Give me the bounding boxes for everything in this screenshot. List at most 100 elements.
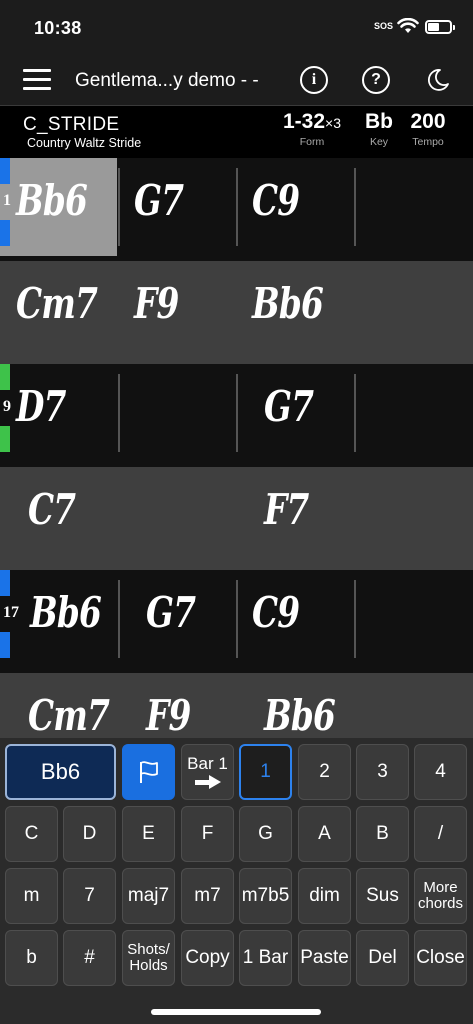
key-stat[interactable]: Bb Key [359,110,399,148]
chord-row: C7 F7 [0,467,473,570]
chord-symbol: Bb6 [252,279,324,328]
bar-divider [354,168,356,246]
current-chord-display[interactable]: Bb6 [5,744,116,800]
battery-icon [425,20,455,34]
chord-symbol: G7 [134,176,184,225]
note-key-a[interactable]: A [298,806,351,862]
chord-row: Cm7 F9 Bb6 [0,673,473,738]
chord-cell[interactable] [354,467,472,570]
chord-row: Bb6 G7 C9 1 [0,158,473,261]
quality-key-dim[interactable]: dim [298,868,351,924]
chord-cell[interactable] [354,673,472,738]
chord-symbol: C9 [252,588,300,637]
chord-cell[interactable]: G7 [236,364,354,467]
beat-button-3[interactable]: 3 [356,744,409,800]
chord-symbol: Bb6 [264,691,336,738]
section-marker: 9 [0,364,11,452]
chord-keyboard: Bb6 Bar 1 1234 C D E F G A B / m 7 maj7 m7 m7b5 dim Su… [0,738,473,1024]
chord-cell[interactable]: G7 [118,570,236,673]
chord-cell[interactable] [118,467,236,570]
chord-symbol: F7 [264,485,309,534]
action-key-copy[interactable]: Copy [181,930,234,986]
chord-symbol: Cm7 [16,279,98,328]
chord-cell[interactable]: Bb6 [236,261,354,364]
bar-divider [236,374,238,452]
song-title[interactable]: Gentlema...y demo - - [75,70,259,92]
chord-cell[interactable]: Cm7 [0,673,118,738]
chord-grid: Bb6 G7 C9 1 Cm7 F9 Bb6 D7 G7 9 C7 F7 Bb6 G7 C9 17 Cm7 F9 B… [0,158,473,738]
bar-divider [118,168,120,246]
tempo-stat[interactable]: 200 Tempo [402,110,454,148]
quality-key-m7b5[interactable]: m7b5 [239,868,292,924]
chord-cell[interactable] [354,158,472,261]
chord-cell[interactable]: Bb6 [236,673,354,738]
chord-symbol: C7 [28,485,76,534]
moon-icon[interactable] [425,67,451,93]
quality-key-7[interactable]: 7 [63,868,116,924]
note-key-d[interactable]: D [63,806,116,862]
chord-cell[interactable]: F9 [118,261,236,364]
style-name[interactable]: C_STRIDE [23,114,119,136]
chord-symbol: C9 [252,176,300,225]
chord-cell[interactable]: G7 [118,158,236,261]
chord-cell[interactable]: C9 [236,158,354,261]
form-stat[interactable]: 1-32×3 Form [272,110,352,148]
chord-cell[interactable] [354,261,472,364]
note-key-c[interactable]: C [5,806,58,862]
home-indicator [151,1009,321,1015]
note-key-g[interactable]: G [239,806,292,862]
note-key-/[interactable]: / [414,806,467,862]
action-key-#[interactable]: # [63,930,116,986]
quality-key-more-chords[interactable]: More chords [414,868,467,924]
wifi-icon [397,18,419,33]
chord-symbol: Bb6 [16,176,88,225]
action-key-b[interactable]: b [5,930,58,986]
note-key-f[interactable]: F [181,806,234,862]
note-key-b[interactable]: B [356,806,409,862]
style-subtitle: Country Waltz Stride [27,136,142,150]
beat-button-4[interactable]: 4 [414,744,467,800]
action-key-del[interactable]: Del [356,930,409,986]
status-time: 10:38 [34,18,82,38]
chord-symbol: D7 [16,382,66,431]
quality-key-maj7[interactable]: maj7 [122,868,175,924]
bar-advance-button[interactable]: Bar 1 [181,744,234,800]
bar-divider [236,168,238,246]
action-key-1-bar[interactable]: 1 Bar [239,930,292,986]
chord-symbol: G7 [264,382,314,431]
action-key-close[interactable]: Close [414,930,467,986]
status-bar: 10:38 SOS [0,0,473,56]
arrow-right-icon [194,775,221,790]
chord-cell[interactable]: C9 [236,570,354,673]
action-key-paste[interactable]: Paste [298,930,351,986]
menu-icon[interactable] [23,69,51,91]
marker-button[interactable] [122,744,175,800]
quality-key-m[interactable]: m [5,868,58,924]
chord-cell[interactable]: C7 [0,467,118,570]
chord-symbol: Cm7 [28,691,110,738]
bar-number: 9 [3,398,11,415]
chord-cell[interactable]: F9 [118,673,236,738]
note-key-e[interactable]: E [122,806,175,862]
beat-button-1[interactable]: 1 [239,744,292,800]
song-info: C_STRIDE Country Waltz Stride 1-32×3 For… [0,106,473,158]
bar-divider [118,374,120,452]
chord-cell[interactable]: Bb6 [0,158,117,256]
chord-cell[interactable]: F7 [236,467,354,570]
bar-label: Bar 1 [187,753,228,773]
beat-button-2[interactable]: 2 [298,744,351,800]
chord-cell[interactable]: D7 [0,364,118,467]
quality-key-m7[interactable]: m7 [181,868,234,924]
help-icon[interactable]: ? [362,66,390,94]
chord-cell[interactable] [354,570,472,673]
chord-row: Bb6 G7 C9 17 [0,570,473,673]
chord-symbol: Bb6 [30,588,102,637]
action-key-shots/-holds[interactable]: Shots/ Holds [122,930,175,986]
quality-key-sus[interactable]: Sus [356,868,409,924]
bar-divider [236,580,238,658]
chord-cell[interactable]: Cm7 [0,261,118,364]
bar-divider [118,580,120,658]
info-icon[interactable]: i [300,66,328,94]
chord-cell[interactable] [118,364,236,467]
chord-cell[interactable] [354,364,472,467]
